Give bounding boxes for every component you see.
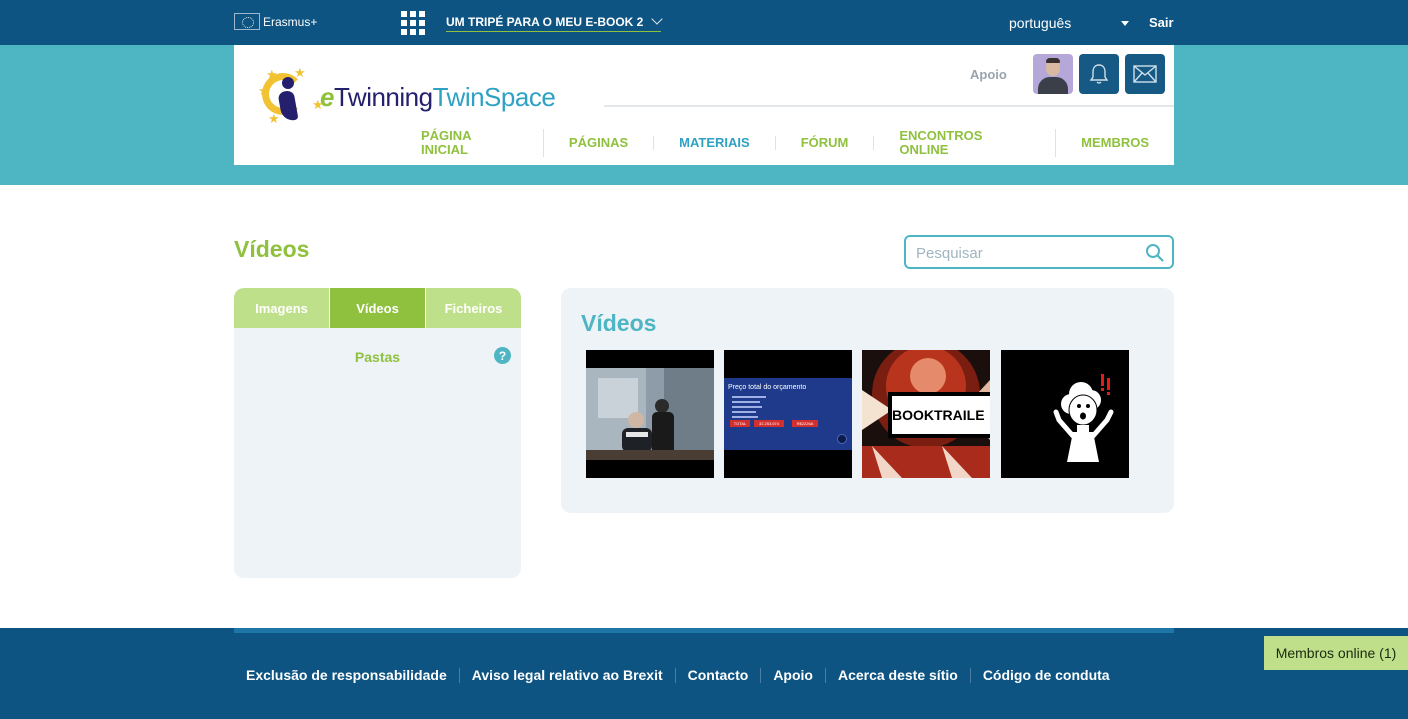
language-selector[interactable]: português: [1009, 15, 1071, 31]
media-sidebar: Imagens Vídeos Ficheiros Pastas ?: [234, 288, 521, 578]
nav-members[interactable]: MEMBROS: [1056, 136, 1174, 150]
eu-flag-icon: [234, 13, 260, 30]
page-title: Vídeos: [234, 236, 310, 262]
tab-files[interactable]: Ficheiros: [426, 288, 521, 328]
slide-total-value: 32.253,674: [754, 420, 784, 427]
online-members-button[interactable]: Membros online (1): [1264, 636, 1408, 670]
header: ★ ★ ★ ★ ★ eTwinningTwinSpace Apoio PÁGIN…: [234, 45, 1174, 165]
nav-forum[interactable]: FÓRUM: [776, 136, 875, 150]
videos-section-title: Vídeos: [581, 310, 657, 336]
support-link[interactable]: Apoio: [970, 67, 1007, 82]
notifications-button[interactable]: [1079, 54, 1119, 94]
twinspace-selector[interactable]: UM TRIPÉ PARA O MEU E-BOOK 2: [446, 12, 664, 32]
top-bar: Erasmus+ UM TRIPÉ PARA O MEU E-BOOK 2 po…: [0, 0, 1408, 45]
videos-panel: Vídeos Preço total do orçamento TOTAL 32…: [561, 288, 1174, 513]
media-tabs: Imagens Vídeos Ficheiros: [234, 288, 521, 328]
footer: Exclusão de responsabilidade Aviso legal…: [0, 628, 1408, 719]
booktrailer-title: BOOKTRAILE: [892, 396, 990, 434]
search-input[interactable]: [916, 243, 1136, 263]
etwinning-logo-icon: ★ ★ ★ ★ ★: [258, 65, 324, 126]
slide-caption: Preço total do orçamento: [728, 384, 807, 391]
logo-text: eTwinningTwinSpace: [320, 81, 556, 112]
footer-link-about[interactable]: Acerca deste sítio: [826, 668, 971, 683]
tab-images[interactable]: Imagens: [234, 288, 330, 328]
nav-home[interactable]: PÁGINA INICIAL: [396, 129, 544, 157]
video-thumbnail[interactable]: [1001, 350, 1129, 478]
video-thumbnail[interactable]: Preço total do orçamento TOTAL 32.253,67…: [724, 350, 852, 478]
caret-down-icon[interactable]: [1121, 21, 1129, 26]
help-icon[interactable]: ?: [494, 347, 511, 364]
footer-link-disclaimer[interactable]: Exclusão de responsabilidade: [234, 668, 460, 683]
search-icon[interactable]: [1145, 243, 1164, 262]
footer-link-brexit[interactable]: Aviso legal relativo ao Brexit: [460, 668, 676, 683]
slide-total-value-2: R$2226A: [792, 420, 818, 427]
video-thumbnail-image: [586, 350, 714, 478]
messages-button[interactable]: [1125, 54, 1165, 94]
erasmus-label: Erasmus+: [263, 14, 318, 29]
user-avatar[interactable]: [1033, 54, 1073, 94]
footer-links: Exclusão de responsabilidade Aviso legal…: [234, 668, 1122, 683]
folders-label: Pastas: [354, 349, 401, 365]
video-thumbnail[interactable]: BOOKTRAILE: [862, 350, 990, 478]
nav-materials[interactable]: MATERIAIS: [654, 136, 776, 150]
header-divider: [604, 105, 1174, 107]
footer-link-contact[interactable]: Contacto: [676, 668, 762, 683]
nav-pages[interactable]: PÁGINAS: [544, 136, 655, 150]
footer-link-support[interactable]: Apoio: [761, 668, 826, 683]
mail-icon: [1133, 65, 1157, 83]
apps-grid-icon[interactable]: [401, 11, 425, 35]
nav-online-meetings[interactable]: ENCONTROS ONLINE: [874, 129, 1057, 157]
cartoon-thumbnail-image: [1001, 350, 1129, 478]
main-nav: PÁGINA INICIAL PÁGINAS MATERIAIS FÓRUM E…: [396, 129, 1174, 157]
tab-videos[interactable]: Vídeos: [330, 288, 426, 328]
footer-link-code-of-conduct[interactable]: Código de conduta: [971, 668, 1122, 683]
slide-text-lines: [732, 396, 766, 422]
bell-icon: [1089, 64, 1109, 84]
logout-link[interactable]: Sair: [1149, 15, 1174, 30]
erasmus-logo[interactable]: Erasmus+: [234, 13, 317, 30]
slide-total-label: TOTAL: [730, 420, 750, 427]
chevron-down-icon: [651, 13, 664, 25]
video-thumbnail[interactable]: [586, 350, 714, 478]
twinspace-title: UM TRIPÉ PARA O MEU E-BOOK 2: [446, 14, 644, 29]
etwinning-logo[interactable]: ★ ★ ★ ★ ★ eTwinningTwinSpace: [258, 65, 556, 127]
footer-divider: [234, 628, 1174, 633]
search-box: [904, 235, 1174, 269]
slide-logo-icon: [837, 434, 847, 444]
